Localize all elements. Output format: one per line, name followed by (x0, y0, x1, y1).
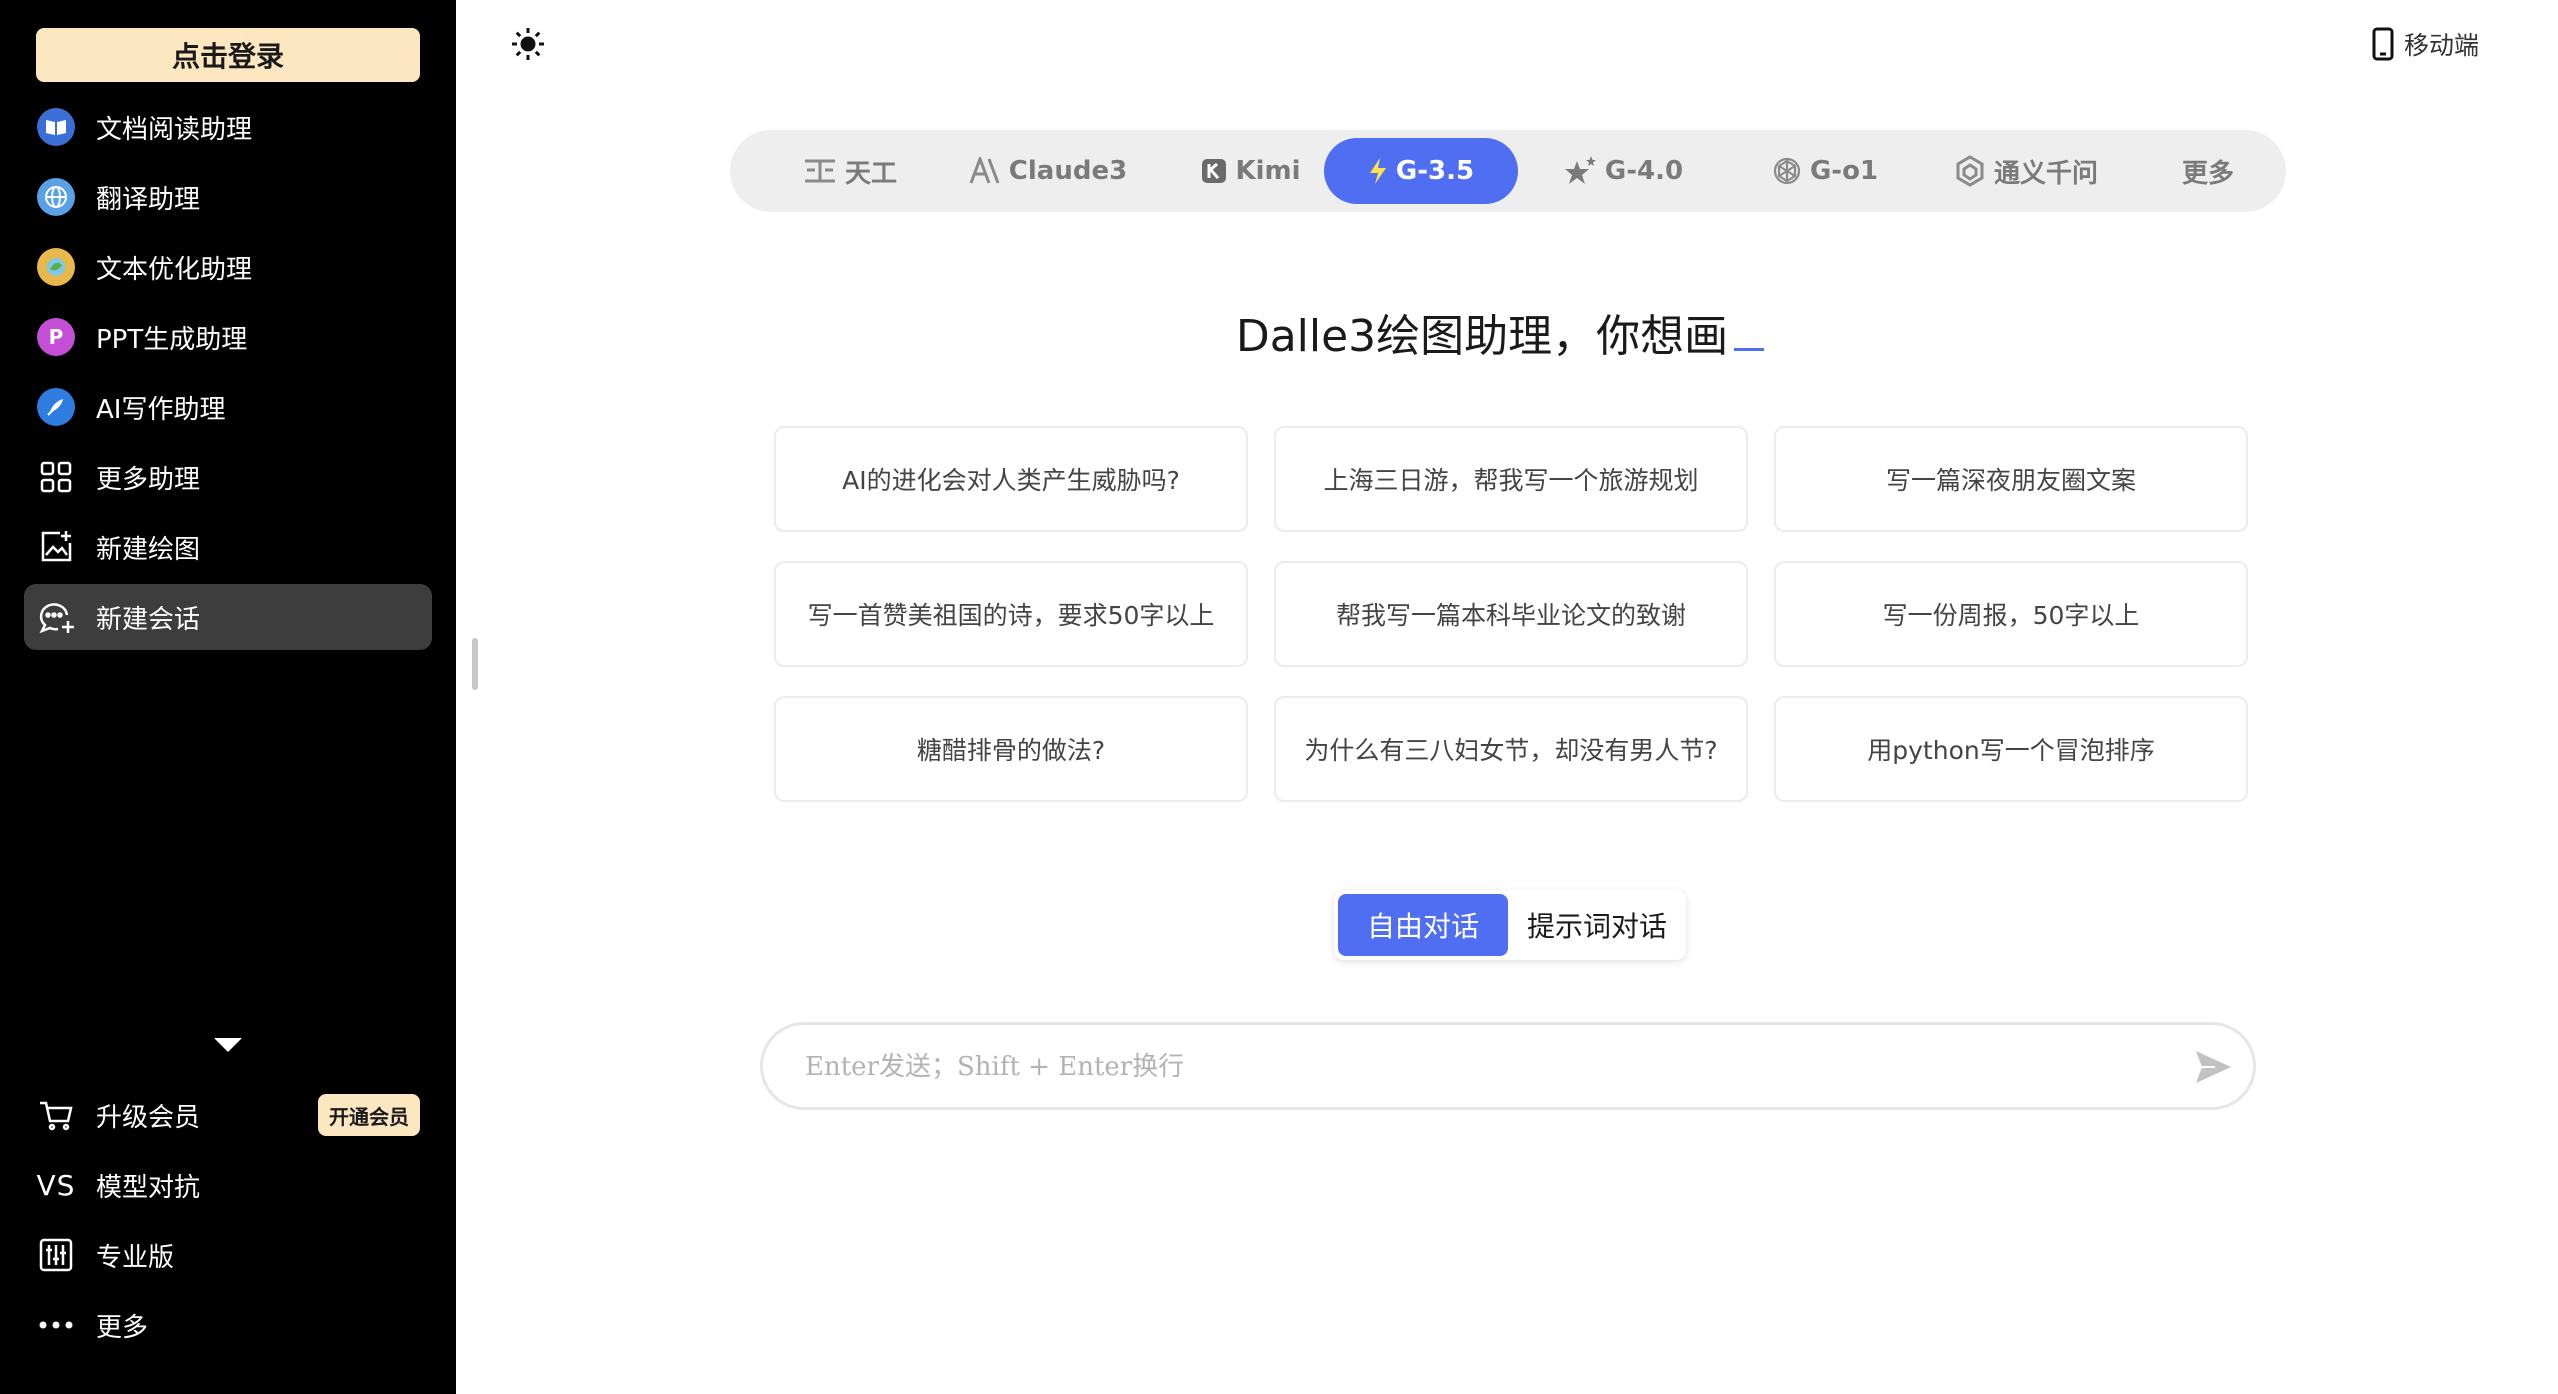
suggestion-text: 写一篇深夜朋友圈文案 (1885, 466, 2136, 495)
sidebar-item-pro[interactable]: 专业版 (24, 1222, 432, 1288)
sidebar-item-label: 翻译助理 (96, 184, 201, 215)
model-tab-tongyi[interactable]: 通义千问 (1926, 138, 2126, 204)
suggestion-text: 帮我写一篇本科毕业论文的致谢 (1335, 601, 1686, 630)
model-tab-label: 通义千问 (1993, 158, 2098, 189)
sidebar-item-label: 文档阅读助理 (96, 114, 253, 145)
suggestion-text: 糖醋排骨的做法? (916, 736, 1106, 765)
globe-icon (36, 177, 76, 217)
sidebar-item-text-optimize[interactable]: 文本优化助理 (24, 234, 432, 300)
open-vip-badge[interactable]: 开通会员 (318, 1094, 420, 1136)
typing-cursor (1734, 348, 1765, 351)
sidebar-item-model-battle[interactable]: VS 模型对抗 (24, 1152, 432, 1218)
model-tab-tiangong[interactable]: 天工 (770, 138, 930, 204)
suggestion-text: 用python写一个冒泡排序 (1867, 736, 2155, 765)
page-title: Dalle3绘图助理，你想画 (1000, 300, 2000, 364)
suggestion-card[interactable]: 糖醋排骨的做法? (774, 696, 1248, 802)
model-tab-go1[interactable]: G-o1 (1750, 138, 1900, 204)
grid-icon (36, 457, 76, 497)
model-tab-claude3[interactable]: Claude3 (948, 138, 1148, 204)
sidebar-item-ai-writing[interactable]: AI写作助理 (24, 374, 432, 440)
mobile-label: 移动端 (2404, 31, 2480, 60)
model-tab-label: Kimi (1235, 156, 1301, 186)
model-tab-label: G-3.5 (1395, 156, 1475, 186)
sidebar-item-new-drawing[interactable]: 新建绘图 (24, 514, 432, 580)
free-chat-button[interactable]: 自由对话 (1338, 894, 1508, 956)
model-tab-label: 更多 (2181, 158, 2234, 189)
image-plus-icon (36, 527, 76, 567)
model-tab-label: G-4.0 (1604, 156, 1684, 186)
login-button[interactable]: 点击登录 (36, 28, 420, 82)
suggestion-card[interactable]: 为什么有三八妇女节，却没有男人节? (1274, 696, 1748, 802)
book-icon (36, 107, 76, 147)
suggestion-card[interactable]: 写一首赞美祖国的诗，要求50字以上 (774, 561, 1248, 667)
vs-icon: VS (36, 1168, 76, 1202)
sidebar-item-translate[interactable]: 翻译助理 (24, 164, 432, 230)
sliders-icon (36, 1235, 76, 1275)
tiangong-icon (803, 158, 837, 184)
model-tab-more[interactable]: 更多 (2160, 138, 2256, 204)
sidebar-item-new-chat[interactable]: 新建会话 (24, 584, 432, 650)
chat-mode-toggle: 自由对话 提示词对话 (1334, 890, 1686, 960)
ellipsis-icon (36, 1305, 76, 1345)
sidebar-item-label: 文本优化助理 (96, 254, 253, 285)
anthropic-icon (969, 157, 1001, 185)
star-icon (1563, 155, 1597, 187)
sidebar-item-label: 新建绘图 (96, 534, 201, 565)
sidebar-item-label: 新建会话 (96, 604, 201, 635)
suggestion-text: 写一首赞美祖国的诗，要求50字以上 (807, 601, 1215, 630)
mobile-link[interactable]: 移动端 (2372, 24, 2479, 64)
model-tab-kimi[interactable]: Kimi (1166, 138, 1336, 204)
sidebar-item-label: 升级会员 (96, 1102, 201, 1133)
suggestion-card[interactable]: 帮我写一篇本科毕业论文的致谢 (1274, 561, 1748, 667)
model-selector: 天工 Claude3 Kimi G-3.5 G-4.0 G-o1 通义千问 更多 (730, 130, 2286, 212)
sidebar-item-doc-reader[interactable]: 文档阅读助理 (24, 94, 432, 160)
model-tab-label: 天工 (844, 158, 897, 189)
suggestion-text: 上海三日游，帮我写一个旅游规划 (1323, 466, 1699, 495)
sidebar-resize-handle[interactable] (472, 638, 478, 690)
model-tab-g35[interactable]: G-3.5 (1324, 138, 1518, 204)
suggestion-text: 为什么有三八妇女节，却没有男人节? (1304, 736, 1718, 765)
sidebar-item-label: AI写作助理 (96, 394, 226, 425)
kimi-icon (1201, 158, 1227, 184)
suggestion-card[interactable]: 写一份周报，50字以上 (1774, 561, 2248, 667)
ppt-icon: P (36, 317, 76, 357)
leaf-icon (36, 247, 76, 287)
sun-icon[interactable] (508, 24, 548, 64)
tongyi-icon (1954, 155, 1986, 187)
chat-input[interactable] (803, 1041, 2137, 1093)
suggestion-card[interactable]: 写一篇深夜朋友圈文案 (1774, 426, 2248, 532)
bolt-icon (1368, 157, 1388, 185)
sidebar-item-label: PPT生成助理 (96, 324, 248, 355)
send-icon[interactable] (2193, 1047, 2233, 1087)
sidebar-item-label: 模型对抗 (96, 1172, 201, 1203)
suggestion-card[interactable]: 用python写一个冒泡排序 (1774, 696, 2248, 802)
sidebar-item-more-assistants[interactable]: 更多助理 (24, 444, 432, 510)
model-tab-label: Claude3 (1008, 156, 1128, 186)
phone-icon (2372, 27, 2394, 61)
suggestion-text: AI的进化会对人类产生威胁吗? (842, 466, 1180, 495)
model-tab-g40[interactable]: G-4.0 (1548, 138, 1698, 204)
suggestion-text: 写一份周报，50字以上 (1882, 601, 2140, 630)
cart-icon (36, 1095, 76, 1135)
page-title-text: Dalle3绘图助理，你想画 (1235, 311, 1729, 362)
suggestion-card[interactable]: AI的进化会对人类产生威胁吗? (774, 426, 1248, 532)
sidebar: 点击登录 文档阅读助理 翻译助理 文本优化助理 P PPT生成助理 AI写作助理… (0, 0, 456, 1394)
sidebar-item-label: 更多 (96, 1312, 149, 1343)
quill-icon (36, 387, 76, 427)
sidebar-item-label: 更多助理 (96, 464, 201, 495)
prompt-chat-button[interactable]: 提示词对话 (1512, 894, 1682, 956)
openai-icon (1772, 156, 1802, 186)
sidebar-item-label: 专业版 (96, 1242, 175, 1273)
sidebar-item-ppt[interactable]: P PPT生成助理 (24, 304, 432, 370)
chat-input-box (760, 1022, 2256, 1110)
sidebar-item-more[interactable]: 更多 (24, 1292, 432, 1358)
expand-caret-icon[interactable] (214, 1038, 242, 1052)
model-tab-label: G-o1 (1809, 156, 1879, 186)
chat-plus-icon (36, 597, 76, 637)
suggestion-card[interactable]: 上海三日游，帮我写一个旅游规划 (1274, 426, 1748, 532)
